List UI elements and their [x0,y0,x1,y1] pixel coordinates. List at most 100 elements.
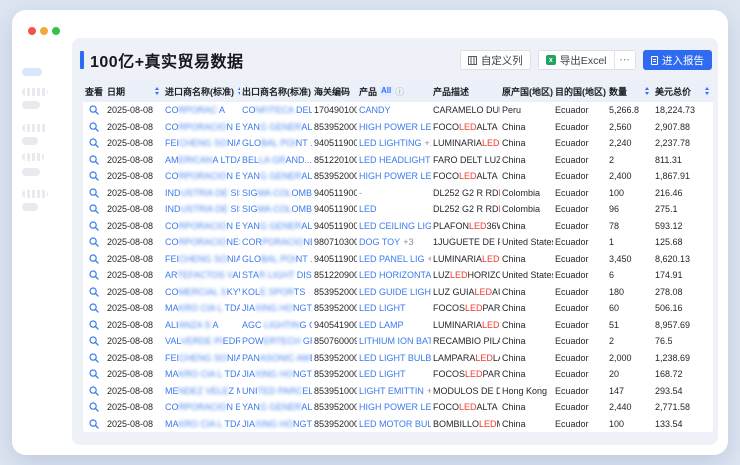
importer-link[interactable]: FEICHENG SONIA ... [165,353,240,363]
exporter-link[interactable]: UNITED PARCEL ... [242,386,312,396]
importer-link[interactable]: MENDEZ VELEZ M... [165,386,240,396]
customize-columns-button[interactable]: 自定义列 [460,50,531,70]
importer-link[interactable]: FEICHENG SONIA ... [165,254,240,264]
product-link[interactable]: HIGH POWER LED F [359,122,431,132]
sort-icon[interactable] [645,87,649,95]
product-link[interactable]: LED [359,204,377,214]
view-row-button[interactable] [89,353,99,363]
enter-report-button[interactable]: 进入报告 [643,50,712,70]
view-row-button[interactable] [89,122,99,132]
window-close-button[interactable] [28,27,36,35]
importer-link[interactable]: VALVERDE PIEDR... [165,336,240,346]
exporter-link[interactable]: CONFITECA DEL ... [242,105,312,115]
window-minimize-button[interactable] [40,27,48,35]
product-link[interactable]: HIGH POWER LED F [359,402,431,412]
view-row-button[interactable] [89,270,99,280]
view-row-button[interactable] [89,287,99,297]
exporter-link[interactable]: KOLE SPORTS [242,287,305,297]
sort-icon[interactable] [155,87,159,95]
app-window: 100亿+真实贸易数据 自定义列 x 导出Excel ⋯ [12,10,728,455]
exporter-link[interactable]: CORPORACIONES... [242,237,312,247]
exporter-link[interactable]: YANG GENERAL LI... [242,122,312,132]
importer-link[interactable]: CORPORACION E... [165,221,240,231]
view-row-button[interactable] [89,171,99,181]
product-link[interactable]: LED LAMP [359,320,404,330]
importer-link[interactable]: MAKRO CIA L TDA [165,369,240,379]
exporter-link[interactable]: POWERTECH GR... [242,336,312,346]
table-row: 2025-08-08FEICHENG SONIA ...GLOBAL POINT… [83,251,713,268]
product-link[interactable]: LED GUIDE LIGHT T [359,287,431,297]
product-link[interactable]: LED LIGHT BULB [359,353,431,363]
exporter-link[interactable]: JIAXING HONGT... [242,303,312,313]
product-link[interactable]: LITHIUM ION BATTE [359,336,431,346]
column-header-exporter[interactable]: 出口商名称(标准) [240,80,312,102]
product-link[interactable]: LIGHT EMITTIN [359,386,424,396]
importer-link[interactable]: CORPORACION E... [165,122,240,132]
view-row-button[interactable] [89,320,99,330]
cell-product: HIGH POWER LED F [357,119,431,136]
view-row-button[interactable] [89,138,99,148]
view-row-button[interactable] [89,303,99,313]
view-row-button[interactable] [89,105,99,115]
importer-link[interactable]: ARTEFACTOS VARA... [165,270,240,280]
view-row-button[interactable] [89,386,99,396]
exporter-link[interactable]: YANG GENERAL LI... [242,221,312,231]
importer-link[interactable]: ALIANZA S A [165,320,219,330]
view-row-button[interactable] [89,204,99,214]
exporter-link[interactable]: GLOBAL POINT ... [242,254,312,264]
importer-link[interactable]: INDUSTRIA DE SIS... [165,204,240,214]
column-header-date[interactable]: 日期 [105,80,163,102]
product-link[interactable]: LED HORIZONTAL L [359,270,431,280]
view-row-button[interactable] [89,221,99,231]
exporter-link[interactable]: AGC LIGHTING C... [242,320,312,330]
product-link[interactable]: HIGH POWER LED F [359,171,431,181]
view-row-button[interactable] [89,237,99,247]
cell-exporter: GLOBAL POINT ... [240,135,312,152]
cell-importer: COMERCIAL SKYWI... [163,284,240,301]
exporter-link[interactable]: GLOBAL POINT ... [242,138,312,148]
product-link[interactable]: DOG TOY [359,237,400,247]
export-excel-button[interactable]: x 导出Excel [539,51,614,69]
importer-link[interactable]: AMERICANA LTDA [165,155,240,165]
view-row-button[interactable] [89,155,99,165]
more-options-button[interactable]: ⋯ [614,51,636,69]
exporter-link[interactable]: SIGMA COLOMB... [242,204,312,214]
product-link[interactable]: LED CEILING LIGHT [359,221,431,231]
sort-icon[interactable] [705,87,709,95]
exporter-link[interactable]: JIAXING HONGT... [242,369,312,379]
column-header-importer[interactable]: 进口商名称(标准) [163,80,240,102]
view-row-button[interactable] [89,188,99,198]
column-header-qty[interactable]: 数量 [607,80,653,102]
product-link[interactable]: LED PANEL LIG [359,254,425,264]
info-icon[interactable]: ⓘ [395,85,404,98]
importer-link[interactable]: COMERCIAL SKYWI... [165,287,240,297]
exporter-link[interactable]: PANASONIC AMERIC... [242,353,312,363]
product-link[interactable]: LED LIGHTING [359,138,422,148]
view-row-button[interactable] [89,254,99,264]
importer-link[interactable]: CORPORACION E... [165,402,240,412]
column-header-price[interactable]: 美元总价 [653,80,713,102]
exporter-link[interactable]: YANG GENERAL LI... [242,402,312,412]
importer-link[interactable]: FEICHENG SONIA ... [165,138,240,148]
product-link[interactable]: LED LIGHT [359,369,406,379]
product-link[interactable]: LED LIGHT [359,303,406,313]
product-link[interactable]: LED MOTOR BULB [359,419,431,429]
importer-link[interactable]: MAKRO CIA L TDA [165,419,240,429]
exporter-link[interactable]: JIAXING HONGT... [242,419,312,429]
view-row-button[interactable] [89,402,99,412]
exporter-link[interactable]: BELLA GRAND... [242,155,312,165]
exporter-link[interactable]: STAR LIGHT DIST... [242,270,312,280]
view-row-button[interactable] [89,369,99,379]
exporter-link[interactable]: SIGMA COLOMB... [242,188,312,198]
importer-link[interactable]: MAKRO CIA L TDA [165,303,240,313]
view-row-button[interactable] [89,419,99,429]
product-link[interactable]: CANDY [359,105,391,115]
importer-link[interactable]: INDUSTRIA DE SIS... [165,188,240,198]
importer-link[interactable]: CORPORACION E... [165,171,240,181]
exporter-link[interactable]: YANG GENERAL LI... [242,171,312,181]
importer-link[interactable]: CORPORACIONES... [165,237,240,247]
window-zoom-button[interactable] [52,27,60,35]
product-link[interactable]: LED HEADLIGHT [359,155,431,165]
importer-link[interactable]: CORPORAC A [165,105,225,115]
view-row-button[interactable] [89,336,99,346]
